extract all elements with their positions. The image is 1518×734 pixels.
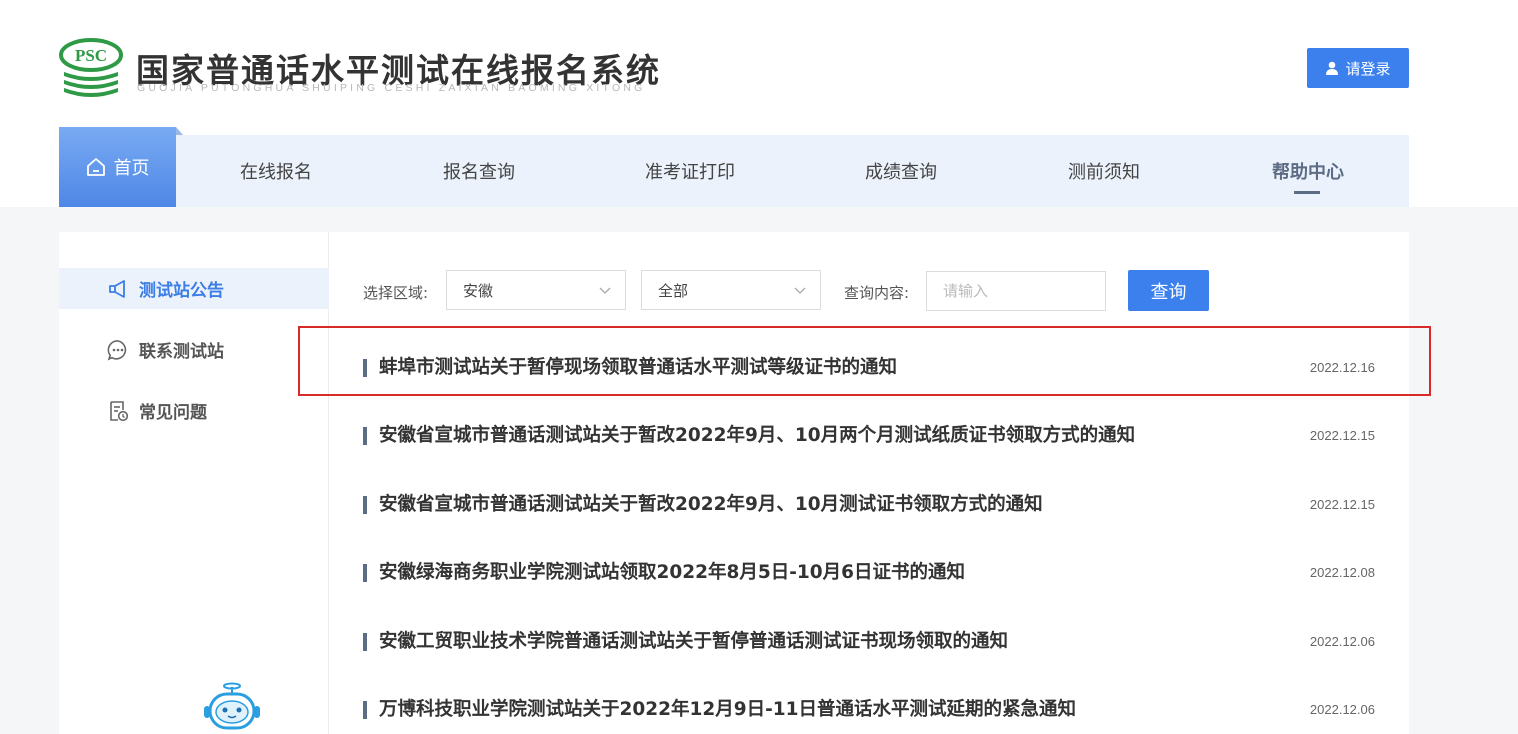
query-button[interactable]: 查询 bbox=[1128, 270, 1209, 311]
list-item-marker bbox=[363, 564, 367, 582]
list-item-marker bbox=[363, 633, 367, 651]
sidebar-item-label: 测试站公告 bbox=[139, 281, 224, 301]
query-label: 查询内容: bbox=[844, 284, 910, 302]
site-subtitle: GUOJIA PUTONGHUA SHUIPING CESHI ZAIXIAN … bbox=[137, 82, 646, 94]
news-date: 2022.12.16 bbox=[1309, 360, 1375, 375]
scope-select[interactable]: 全部 bbox=[641, 270, 821, 310]
list-item-marker bbox=[363, 496, 367, 514]
news-title[interactable]: 安徽工贸职业技术学院普通话测试站关于暂停普通话测试证书现场领取的通知 bbox=[379, 624, 1008, 660]
news-date: 2022.12.06 bbox=[1309, 634, 1375, 649]
news-date: 2022.12.06 bbox=[1309, 702, 1375, 717]
nav-score-query[interactable]: 成绩查询 bbox=[865, 135, 937, 207]
list-item[interactable]: 安徽省宣城市普通话测试站关于暂改2022年9月、10月测试证书领取方式的通知 2… bbox=[363, 487, 1375, 523]
sidebar-item-faq[interactable]: 常见问题 bbox=[59, 390, 329, 431]
region-label: 选择区域: bbox=[363, 284, 429, 302]
region-select[interactable]: 安徽 bbox=[446, 270, 626, 310]
news-date: 2022.12.15 bbox=[1309, 428, 1375, 443]
sidebar: 测试站公告 联系测试站 常见问题 bbox=[59, 232, 329, 734]
news-title[interactable]: 安徽省宣城市普通话测试站关于暂改2022年9月、10月两个月测试纸质证书领取方式… bbox=[379, 418, 1135, 454]
search-input[interactable] bbox=[926, 271, 1106, 311]
region-select-value: 安徽 bbox=[463, 281, 494, 300]
news-date: 2022.12.08 bbox=[1309, 565, 1375, 580]
news-date: 2022.12.15 bbox=[1309, 497, 1375, 512]
login-button[interactable]: 请登录 bbox=[1307, 48, 1409, 88]
sidebar-item-label: 常见问题 bbox=[139, 403, 207, 423]
list-item[interactable]: 安徽省宣城市普通话测试站关于暂改2022年9月、10月两个月测试纸质证书领取方式… bbox=[363, 418, 1375, 454]
list-item[interactable]: 万博科技职业学院测试站关于2022年12月9日-11日普通话水平测试延期的紧急通… bbox=[363, 692, 1375, 728]
nav-home[interactable]: 首页 bbox=[59, 127, 183, 207]
news-title[interactable]: 万博科技职业学院测试站关于2022年12月9日-11日普通话水平测试延期的紧急通… bbox=[379, 692, 1076, 728]
nav-online-registration[interactable]: 在线报名 bbox=[240, 135, 312, 207]
list-item[interactable]: 蚌埠市测试站关于暂停现场领取普通话水平测试等级证书的通知 2022.12.16 bbox=[363, 350, 1375, 386]
list-item[interactable]: 安徽工贸职业技术学院普通话测试站关于暂停普通话测试证书现场领取的通知 2022.… bbox=[363, 624, 1375, 660]
sidebar-item-announcements[interactable]: 测试站公告 bbox=[59, 268, 329, 309]
list-item-marker bbox=[363, 701, 367, 719]
news-title[interactable]: 安徽绿海商务职业学院测试站领取2022年8月5日-10月6日证书的通知 bbox=[379, 555, 965, 591]
sidebar-item-contact[interactable]: 联系测试站 bbox=[59, 329, 329, 370]
chevron-down-icon bbox=[599, 287, 611, 294]
customer-service-robot-icon[interactable] bbox=[202, 682, 262, 734]
nav-home-label: 首页 bbox=[113, 158, 150, 179]
nav-pre-test-notice[interactable]: 测前须知 bbox=[1068, 135, 1140, 207]
megaphone-icon bbox=[109, 279, 125, 298]
sidebar-item-label: 联系测试站 bbox=[139, 342, 224, 362]
chat-bubble-icon bbox=[107, 339, 127, 360]
scope-select-value: 全部 bbox=[658, 281, 689, 300]
login-label: 请登录 bbox=[1345, 59, 1391, 78]
list-item[interactable]: 安徽绿海商务职业学院测试站领取2022年8月5日-10月6日证书的通知 2022… bbox=[363, 555, 1375, 591]
nav-active-indicator bbox=[1294, 191, 1320, 194]
content-panel: 测试站公告 联系测试站 常见问题 选择区域: 安徽 全部 查询内容: 请输入 查… bbox=[59, 232, 1409, 734]
list-item-marker bbox=[363, 359, 367, 377]
site-header: PSC 国家普通话水平测试在线报名系统 GUOJIA PUTONGHUA SHU… bbox=[0, 0, 1518, 128]
news-title[interactable]: 安徽省宣城市普通话测试站关于暂改2022年9月、10月测试证书领取方式的通知 bbox=[379, 487, 1043, 523]
svg-text:PSC: PSC bbox=[75, 46, 107, 65]
user-icon bbox=[1326, 61, 1339, 75]
main-nav: 首页 在线报名 报名查询 准考证打印 成绩查询 测前须知 帮助中心 bbox=[59, 127, 1409, 207]
home-icon bbox=[86, 158, 105, 176]
document-clock-icon bbox=[110, 400, 129, 421]
nav-help-center[interactable]: 帮助中心 bbox=[1272, 135, 1344, 207]
psc-logo: PSC bbox=[59, 38, 123, 97]
news-title[interactable]: 蚌埠市测试站关于暂停现场领取普通话水平测试等级证书的通知 bbox=[379, 350, 897, 386]
nav-admission-print[interactable]: 准考证打印 bbox=[645, 135, 735, 207]
list-item-marker bbox=[363, 427, 367, 445]
chevron-down-icon bbox=[794, 287, 806, 294]
nav-registration-query[interactable]: 报名查询 bbox=[443, 135, 515, 207]
